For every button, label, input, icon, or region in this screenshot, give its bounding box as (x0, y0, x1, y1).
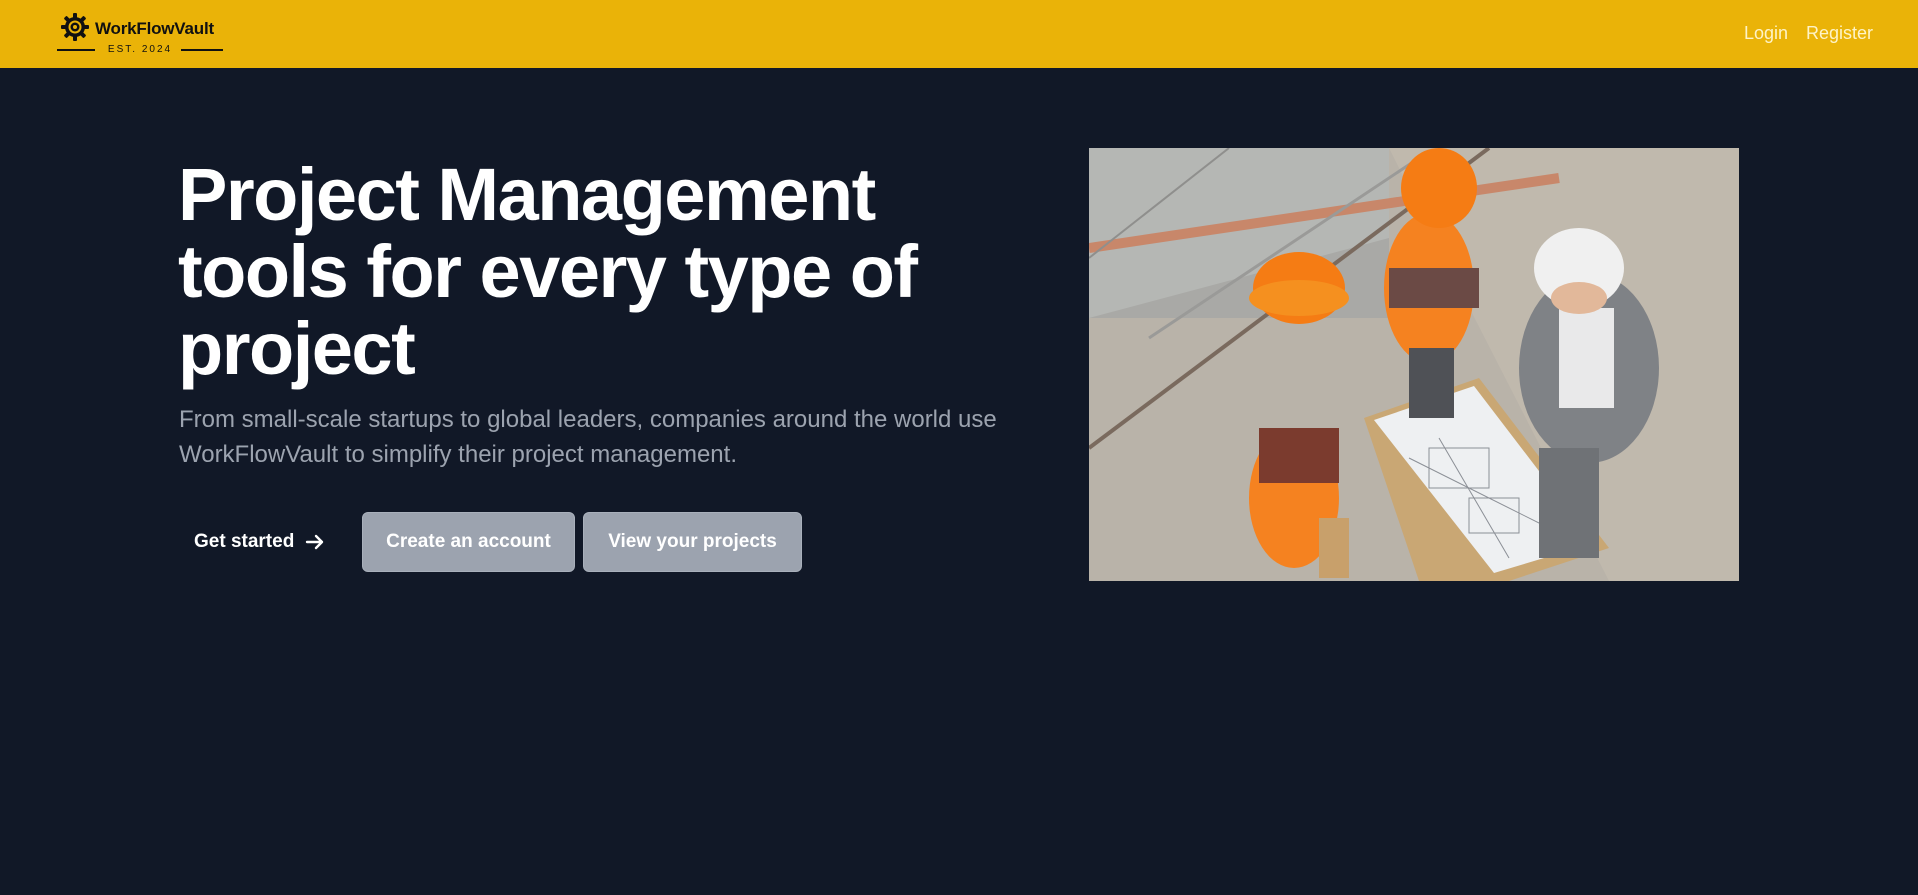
create-account-button[interactable]: Create an account (362, 512, 575, 572)
login-link[interactable]: Login (1744, 23, 1788, 44)
gear-icon (61, 13, 89, 41)
brand-name: WorkFlowVault (95, 19, 214, 38)
top-navigation-bar: WorkFlowVault EST. 2024 Login Register (0, 0, 1918, 68)
hero-title: Project Management tools for every type … (178, 153, 918, 390)
get-started-button[interactable]: Get started (180, 512, 340, 572)
get-started-label: Get started (194, 531, 295, 552)
logo-divider-left (57, 49, 95, 51)
logo-divider-right (181, 49, 223, 51)
brand-tagline: EST. 2024 (107, 44, 173, 55)
brand-logo[interactable]: WorkFlowVault EST. 2024 (57, 10, 223, 56)
register-link[interactable]: Register (1806, 23, 1873, 44)
view-projects-button[interactable]: View your projects (583, 512, 802, 572)
construction-photo (1089, 148, 1739, 581)
hero-subtitle: From small-scale startups to global lead… (179, 406, 997, 468)
hero-image (1089, 148, 1739, 581)
arrow-right-icon (306, 534, 324, 550)
